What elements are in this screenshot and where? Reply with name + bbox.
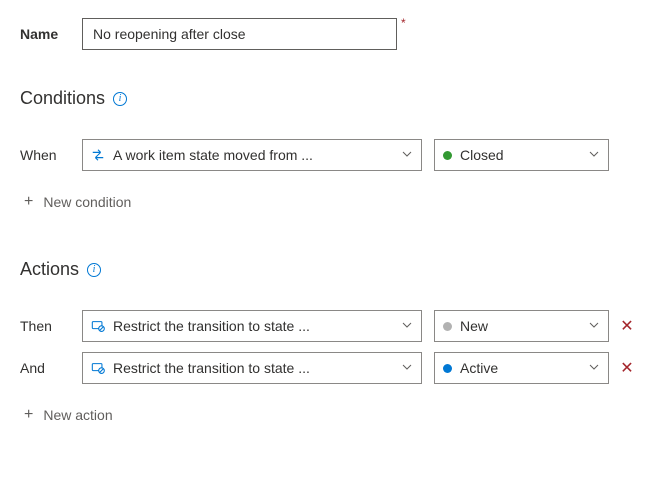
state-dot-icon: [443, 322, 452, 331]
add-condition-button[interactable]: + New condition: [20, 193, 652, 211]
restrict-icon: [91, 361, 105, 375]
rule-type-dropdown[interactable]: A work item state moved from ...: [82, 139, 422, 171]
state-dot-icon: [443, 364, 452, 373]
delete-row-button[interactable]: ✕: [619, 358, 635, 378]
rule-type-text: A work item state moved from ...: [113, 147, 401, 163]
chevron-down-icon: [401, 360, 413, 376]
delete-row-button[interactable]: ✕: [619, 316, 635, 336]
state-text: Closed: [460, 147, 588, 163]
state-dropdown[interactable]: Active: [434, 352, 609, 384]
state-text: New: [460, 318, 588, 334]
conditions-heading-text: Conditions: [20, 88, 105, 109]
chevron-down-icon: [401, 147, 413, 163]
conditions-list: When A work item state moved from ... Clos…: [20, 139, 652, 171]
name-input[interactable]: [82, 18, 397, 50]
required-asterisk: *: [401, 16, 406, 30]
state-dot-icon: [443, 151, 452, 160]
add-condition-label: New condition: [43, 194, 131, 210]
row-prefix: And: [20, 360, 82, 376]
chevron-down-icon: [588, 318, 600, 334]
state-dropdown[interactable]: Closed: [434, 139, 609, 171]
add-action-button[interactable]: + New action: [20, 406, 652, 424]
actions-list: Then Restrict the transition to state ...…: [20, 310, 652, 384]
chevron-down-icon: [401, 318, 413, 334]
info-icon[interactable]: i: [87, 263, 101, 277]
info-icon[interactable]: i: [113, 92, 127, 106]
action-row: Then Restrict the transition to state ...…: [20, 310, 652, 342]
conditions-heading: Conditions i: [20, 88, 652, 109]
action-row: And Restrict the transition to state ... A…: [20, 352, 652, 384]
rule-type-dropdown[interactable]: Restrict the transition to state ...: [82, 352, 422, 384]
row-prefix: When: [20, 147, 82, 163]
add-action-label: New action: [43, 407, 112, 423]
actions-heading: Actions i: [20, 259, 652, 280]
row-prefix: Then: [20, 318, 82, 334]
state-text: Active: [460, 360, 588, 376]
rule-type-text: Restrict the transition to state ...: [113, 360, 401, 376]
name-row: Name *: [20, 18, 652, 50]
chevron-down-icon: [588, 147, 600, 163]
state-dropdown[interactable]: New: [434, 310, 609, 342]
rule-type-dropdown[interactable]: Restrict the transition to state ...: [82, 310, 422, 342]
plus-icon: +: [24, 193, 33, 211]
transition-icon: [91, 148, 105, 162]
restrict-icon: [91, 319, 105, 333]
condition-row: When A work item state moved from ... Clos…: [20, 139, 652, 171]
actions-heading-text: Actions: [20, 259, 79, 280]
rule-type-text: Restrict the transition to state ...: [113, 318, 401, 334]
chevron-down-icon: [588, 360, 600, 376]
plus-icon: +: [24, 406, 33, 424]
name-label: Name: [20, 26, 82, 42]
